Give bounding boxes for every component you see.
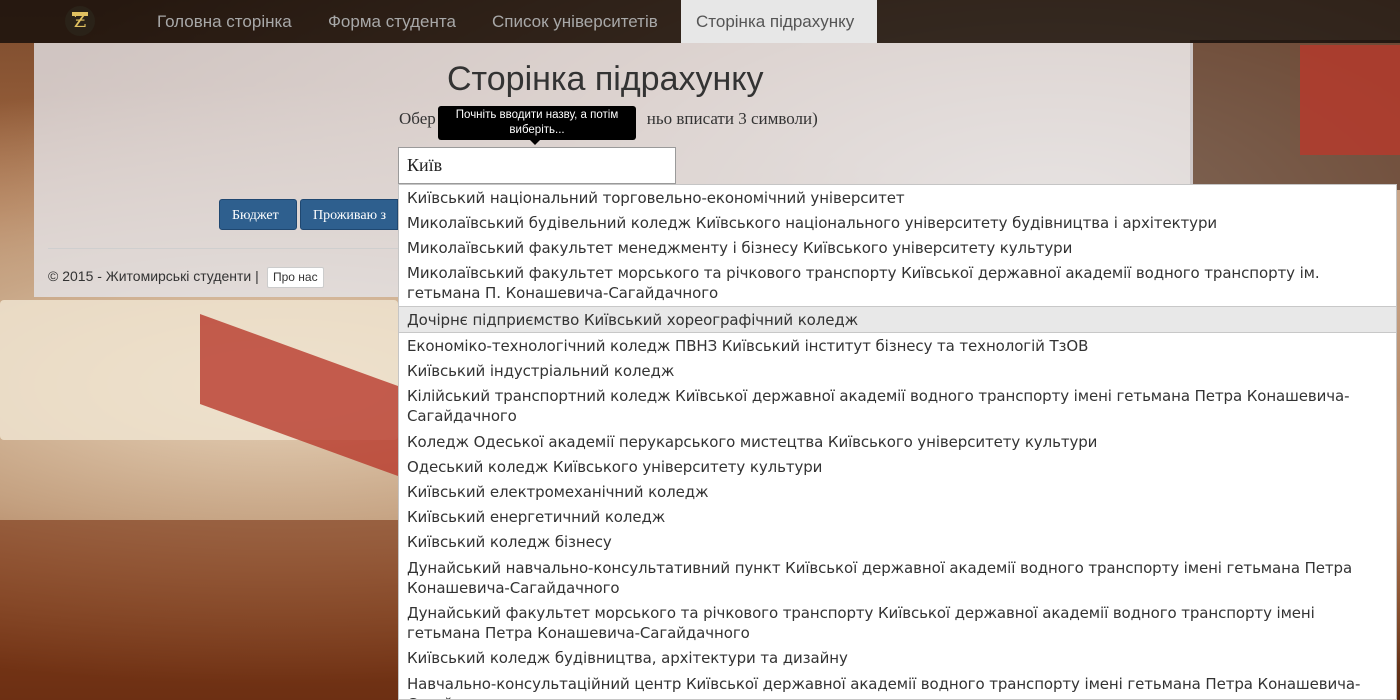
top-navbar: Ƶ Головна сторінка Форма студента Список… [0,0,1400,43]
hint-tooltip: Почніть вводити назву, а потім виберіть.… [438,106,636,145]
autocomplete-option[interactable]: Коледж Одеської академії перукарського м… [399,429,1396,454]
autocomplete-option[interactable]: Дунайський навчально-консультативний пун… [399,555,1396,600]
logo-icon[interactable]: Ƶ [62,3,98,39]
autocomplete-option[interactable]: Дочірнє підприємство Київський хореограф… [399,306,1396,334]
autocomplete-option[interactable]: Київський індустріальний коледж [399,358,1396,383]
autocomplete-dropdown: Київський національний торговельно-еконо… [398,184,1397,700]
university-search-input[interactable] [398,147,676,184]
about-button[interactable]: Про нас [267,267,324,288]
autocomplete-option[interactable]: Економіко-технологічний коледж ПВНЗ Київ… [399,333,1396,358]
background-book-shadow [0,520,398,700]
autocomplete-option[interactable]: Київський енергетичний коледж [399,505,1396,530]
page-title: Сторінка підрахунку [447,60,764,98]
autocomplete-option[interactable]: Кілійський транспортний коледж Київської… [399,384,1396,429]
instruction-start: Обер [399,109,436,128]
autocomplete-option[interactable]: Миколаївський факультет менеджменту і бі… [399,235,1396,260]
footer-copyright: © 2015 - Житомирські студенти | [48,268,259,284]
nav-student-form[interactable]: Форма студента [313,0,471,43]
instruction-end: ньо вписати 3 символи) [646,109,818,128]
autocomplete-option[interactable]: Одеський коледж Київського університету … [399,454,1396,479]
autocomplete-option[interactable]: Навчально-консультаційний центр Київсько… [399,671,1396,699]
autocomplete-option[interactable]: Київський електромеханічний коледж [399,479,1396,504]
autocomplete-option[interactable]: Київський національний торговельно-еконо… [399,185,1396,210]
nav-home[interactable]: Головна сторінка [142,0,307,43]
autocomplete-option[interactable]: Київський коледж бізнесу [399,530,1396,555]
budget-button[interactable]: Бюджет [219,199,297,230]
living-button[interactable]: Проживаю з [300,199,398,230]
background-book-spine [1300,45,1400,155]
nav-university-list[interactable]: Список університетів [477,0,673,43]
autocomplete-option[interactable]: Київський коледж будівництва, архітектур… [399,646,1396,671]
autocomplete-option[interactable]: Миколаївський будівельний коледж Київськ… [399,210,1396,235]
autocomplete-option[interactable]: Дунайський факультет морського та річков… [399,600,1396,645]
nav-count-page[interactable]: Сторінка підрахунку [681,0,877,43]
autocomplete-option[interactable]: Миколаївський факультет морського та річ… [399,261,1396,306]
